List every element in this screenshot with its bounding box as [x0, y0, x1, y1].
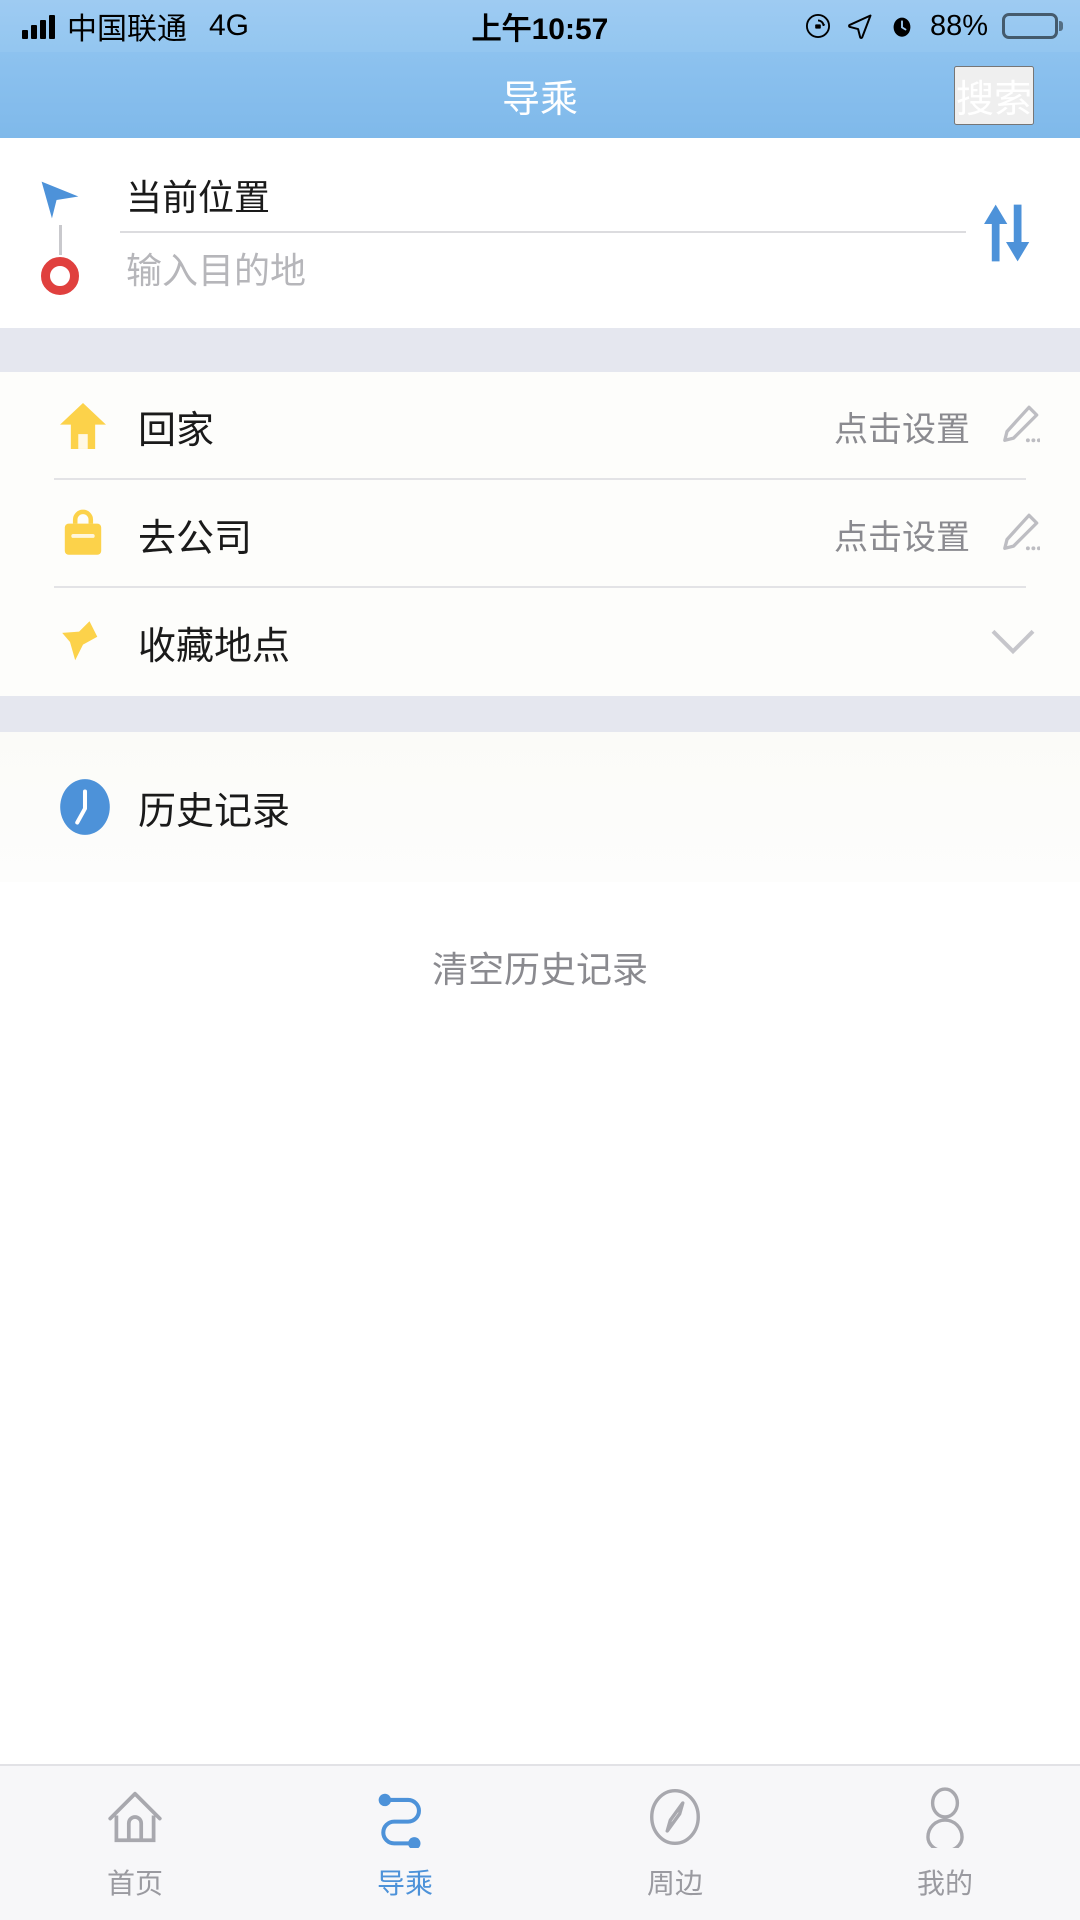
briefcase-icon — [54, 508, 112, 560]
history-row[interactable]: 历史记录 — [0, 732, 1080, 882]
clear-history-button[interactable]: 清空历史记录 — [432, 941, 648, 993]
shortcuts-card: 回家 点击设置 去公司 点击设置 收藏地点 — [0, 372, 1080, 696]
battery-icon — [1002, 13, 1058, 39]
tab-bar: 首页 导乘 周边 我的 — [0, 1764, 1080, 1920]
route-icon — [374, 1784, 436, 1850]
navigation-arrow-icon — [41, 181, 79, 219]
signal-bars-icon — [22, 13, 55, 39]
tab-label: 我的 — [916, 1868, 973, 1899]
tab-profile[interactable]: 我的 — [810, 1766, 1080, 1920]
alarm-clock-icon — [893, 17, 911, 37]
tab-nearby[interactable]: 周边 — [540, 1766, 810, 1920]
route-fields — [120, 158, 966, 308]
battery-percent: 88% — [929, 9, 988, 42]
shortcut-row-favorites[interactable]: 收藏地点 — [0, 588, 1080, 696]
route-markers — [0, 163, 120, 303]
shortcut-label: 回家 — [138, 409, 215, 452]
shortcut-actions: 点击设置 — [834, 402, 1040, 451]
shortcut-actions — [960, 626, 1040, 658]
history-card: 历史记录 — [0, 732, 1080, 882]
chevron-down-icon[interactable] — [986, 626, 1040, 658]
shortcut-row-home[interactable]: 回家 点击设置 — [0, 372, 1080, 480]
origin-input[interactable] — [120, 158, 966, 233]
section-divider-2 — [0, 696, 1080, 732]
tab-label: 周边 — [646, 1868, 703, 1899]
route-connector-line — [58, 225, 62, 255]
history-label: 历史记录 — [138, 790, 291, 833]
location-arrow-icon — [848, 14, 872, 39]
pencil-icon[interactable] — [996, 512, 1040, 556]
carrier-name: 中国联通 — [67, 13, 187, 46]
compass-outline-icon — [644, 1784, 706, 1850]
status-bar: 中国联通 4G 上午10:57 88% — [0, 0, 1080, 52]
shortcut-row-company[interactable]: 去公司 点击设置 — [0, 480, 1080, 588]
shortcut-hint: 点击设置 — [834, 518, 970, 557]
app-root: 中国联通 4G 上午10:57 88% 导乘 搜索 当前位置 输入目的地 回家 … — [0, 0, 1080, 1920]
rotation-lock-icon — [805, 13, 830, 39]
tab-label: 首页 — [106, 1868, 163, 1899]
swap-endpoints-button[interactable] — [966, 183, 1046, 283]
tab-home[interactable]: 首页 — [0, 1766, 270, 1920]
status-bar-left: 中国联通 4G — [22, 4, 249, 48]
clear-history-wrap: 清空历史记录 — [0, 882, 1080, 1052]
tab-navigation[interactable]: 导乘 — [270, 1766, 540, 1920]
destination-input[interactable] — [120, 233, 966, 308]
route-input-card — [0, 138, 1080, 328]
status-bar-right: 88% — [804, 10, 1058, 43]
destination-circle-icon — [41, 257, 79, 295]
shortcut-hint: 点击设置 — [834, 410, 970, 449]
clock-icon — [60, 779, 110, 835]
network-type: 4G — [209, 9, 250, 42]
content-filler — [0, 1052, 1080, 1764]
section-divider-1 — [0, 328, 1080, 372]
home-outline-icon — [104, 1784, 166, 1850]
person-outline-icon — [914, 1784, 976, 1850]
nav-bar: 导乘 搜索 — [0, 52, 1080, 138]
page-title: 导乘 — [501, 78, 578, 121]
shortcut-actions: 点击设置 — [834, 510, 1040, 559]
pencil-icon[interactable] — [996, 404, 1040, 448]
home-icon — [54, 399, 112, 453]
tab-label: 导乘 — [376, 1868, 433, 1899]
shortcut-label: 收藏地点 — [138, 625, 291, 668]
shortcut-label: 去公司 — [138, 517, 253, 560]
swap-vertical-icon — [984, 204, 1030, 262]
pin-star-icon — [54, 616, 112, 668]
